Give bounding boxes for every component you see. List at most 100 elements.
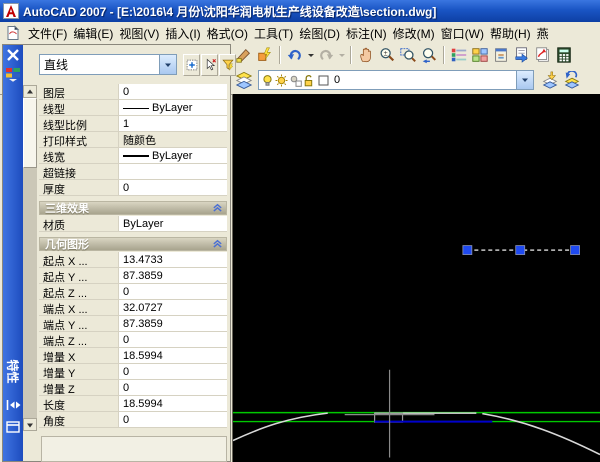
zoom-realtime-icon[interactable]: ± — [377, 45, 397, 65]
layer-thaw-icon[interactable] — [275, 74, 288, 87]
layer-combobox[interactable]: 0 — [258, 70, 534, 90]
tool-palettes-icon[interactable] — [491, 45, 511, 65]
menu-item[interactable]: 编辑(E) — [70, 22, 116, 44]
menu-item[interactable]: 修改(M) — [390, 22, 438, 44]
property-value[interactable]: 0 — [119, 180, 227, 195]
property-value[interactable]: 32.0727 — [119, 300, 227, 315]
property-value[interactable]: 0 — [119, 84, 227, 99]
zoom-previous-icon[interactable] — [419, 45, 439, 65]
collapse-chevron-icon[interactable] — [212, 201, 223, 215]
quickcalc-icon[interactable] — [554, 45, 574, 65]
layer-vp-thaw-icon[interactable] — [289, 74, 302, 87]
property-value[interactable]: 0 — [119, 380, 227, 395]
select-objects-icon[interactable] — [201, 54, 218, 76]
property-value[interactable]: 87.3859 — [119, 316, 227, 331]
grip-midpoint[interactable] — [515, 245, 526, 255]
property-label: 起点 X ... — [39, 252, 119, 267]
property-value[interactable]: 0 — [119, 412, 227, 427]
property-value[interactable]: 87.3859 — [119, 268, 227, 283]
menu-item[interactable]: 文件(F) — [25, 22, 70, 44]
block-editor-icon[interactable] — [255, 45, 275, 65]
menu-item[interactable]: 标注(N) — [343, 22, 390, 44]
menu-item[interactable]: 窗口(W) — [438, 22, 487, 44]
property-value[interactable]: 0 — [119, 364, 227, 379]
sheetset-manager-icon[interactable] — [512, 45, 532, 65]
palette-scrollbar[interactable] — [23, 85, 37, 431]
markup-set-manager-icon[interactable] — [533, 45, 553, 65]
redo-dropdown-icon[interactable] — [337, 45, 346, 65]
object-type-dropdown[interactable]: 直线 — [39, 54, 177, 75]
menu-item[interactable]: 工具(T) — [251, 22, 296, 44]
menu-item[interactable]: 视图(V) — [116, 22, 162, 44]
grip-start[interactable] — [462, 245, 473, 255]
property-value[interactable]: 0 — [119, 284, 227, 299]
scroll-up-icon[interactable] — [23, 85, 37, 98]
property-value[interactable]: 18.5994 — [119, 348, 227, 363]
property-value[interactable]: ByLayer — [119, 100, 227, 115]
layer-previous-icon[interactable] — [562, 70, 582, 90]
menu-item[interactable]: 格式(O) — [204, 22, 251, 44]
menu-item[interactable]: 帮助(H) — [487, 22, 534, 44]
redo-icon[interactable] — [316, 45, 336, 65]
pan-realtime-icon[interactable] — [356, 45, 376, 65]
properties-icon[interactable] — [449, 45, 469, 65]
property-row: 起点 Y ... 87.3859 — [39, 268, 227, 284]
pickadd-toggle-icon[interactable] — [183, 54, 200, 76]
menu-item[interactable]: 燕 — [534, 22, 552, 44]
property-value[interactable]: 18.5994 — [119, 396, 227, 411]
properties-window-icon[interactable] — [5, 419, 21, 435]
palette-properties-icon[interactable] — [5, 66, 21, 82]
palette-header-buttons — [183, 54, 236, 76]
property-value-text: ByLayer — [152, 102, 193, 114]
close-icon[interactable] — [5, 47, 21, 63]
quick-select-icon[interactable] — [219, 54, 236, 76]
menu-item[interactable]: 绘图(D) — [296, 22, 343, 44]
property-label: 起点 Y ... — [39, 268, 119, 283]
property-row: 角度 0 — [39, 412, 227, 428]
make-object-layer-current-icon[interactable] — [540, 70, 560, 90]
window-title: AutoCAD 2007 - [E:\2016\4 月份\沈阳华润电机生产线设备… — [23, 4, 437, 19]
zoom-window-icon[interactable] — [398, 45, 418, 65]
arc-right[interactable] — [482, 412, 600, 456]
property-label: 端点 X ... — [39, 300, 119, 315]
grip-end[interactable] — [570, 245, 580, 255]
property-value[interactable]: ByLayer — [119, 148, 227, 163]
linetype-sample-icon — [123, 107, 149, 109]
section-header[interactable]: 三维效果 — [39, 201, 227, 215]
property-value[interactable]: 随颜色 — [119, 132, 227, 147]
match-properties-icon[interactable] — [234, 45, 254, 65]
property-value-text: ByLayer — [123, 218, 164, 230]
designcenter-icon[interactable] — [470, 45, 490, 65]
layer-combo-dropdown-icon[interactable] — [516, 71, 533, 89]
menu-bar: 文件(F) 编辑(E) 视图(V) 插入(I) 格式(O) 工具(T) 绘图(D) 标注(N)… — [0, 22, 600, 45]
object-type-value: 直线 — [44, 58, 69, 72]
palette-title-strip[interactable]: 特性 — [3, 45, 23, 461]
undo-dropdown-icon[interactable] — [306, 45, 315, 65]
property-value[interactable]: 0 — [119, 332, 227, 347]
drawing-canvas[interactable] — [232, 94, 600, 462]
collapse-chevron-icon[interactable] — [212, 237, 223, 251]
layer-color-swatch[interactable] — [317, 74, 330, 87]
property-label: 超链接 — [39, 164, 119, 179]
scroll-down-icon[interactable] — [23, 418, 37, 431]
property-value[interactable]: 1 — [119, 116, 227, 131]
scrollbar-thumb[interactable] — [23, 98, 37, 168]
layer-properties-manager-icon[interactable] — [234, 70, 254, 90]
auto-hide-icon[interactable] — [5, 397, 21, 413]
section-header[interactable]: 几何图形 — [39, 237, 227, 251]
property-row: 线宽 ByLayer — [39, 148, 227, 164]
layer-unlock-icon[interactable] — [303, 74, 316, 87]
layer-on-icon[interactable] — [261, 74, 274, 87]
undo-icon[interactable] — [285, 45, 305, 65]
property-value[interactable]: 13.4733 — [119, 252, 227, 267]
property-value[interactable] — [119, 164, 227, 179]
property-value-text: 随颜色 — [123, 135, 156, 147]
arc-left[interactable] — [233, 412, 328, 442]
property-row: 线型比例 1 — [39, 116, 227, 132]
property-label: 打印样式 — [39, 132, 119, 147]
property-row: 增量 Y 0 — [39, 364, 227, 380]
property-value[interactable]: ByLayer — [119, 216, 227, 231]
object-type-dropdown-icon[interactable] — [159, 55, 176, 74]
menu-item[interactable]: 插入(I) — [162, 22, 203, 44]
property-label: 线宽 — [39, 148, 119, 163]
